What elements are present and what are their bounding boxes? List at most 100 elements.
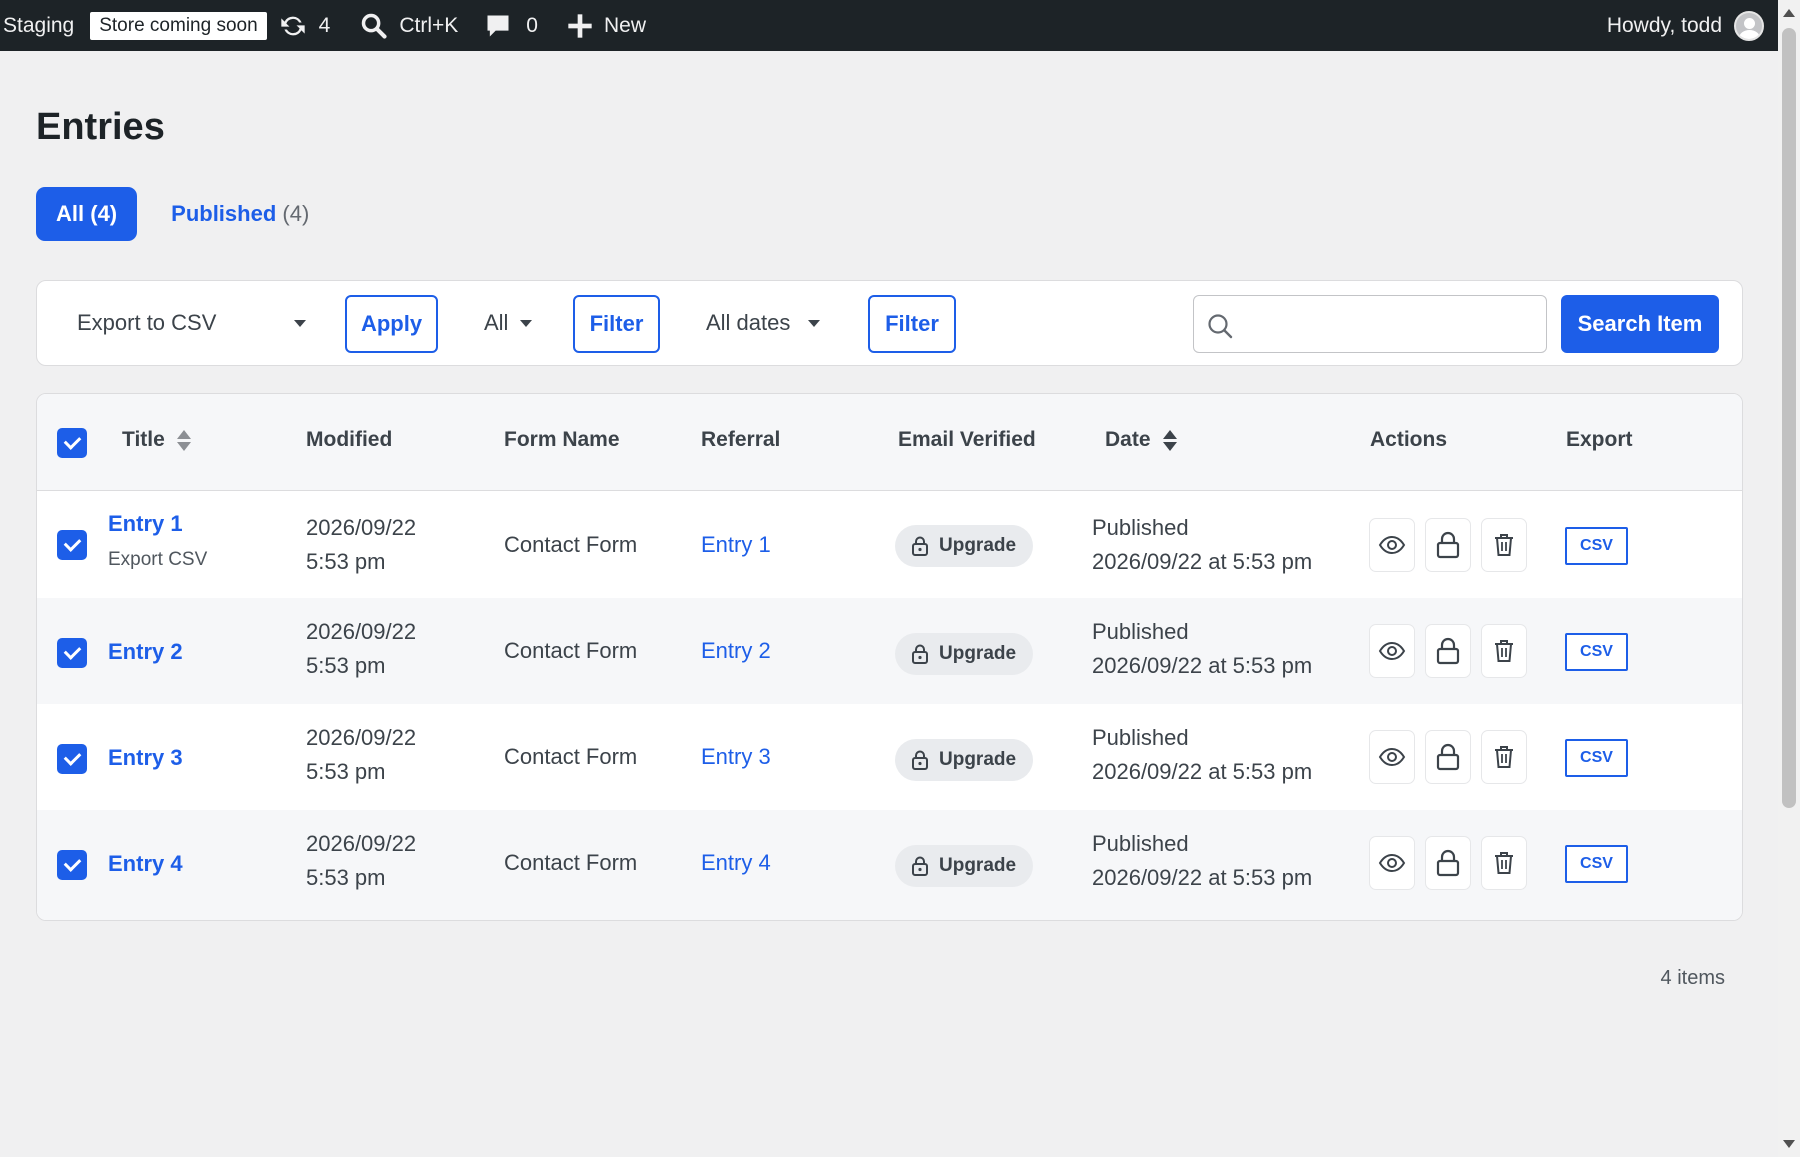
sort-icon[interactable] [176,429,191,451]
search-icon [362,13,387,39]
column-header-title[interactable]: Title [122,428,191,452]
export-csv-button[interactable]: CSV [1565,633,1628,671]
status-filter-select[interactable]: All [484,303,533,343]
upgrade-badge[interactable]: Upgrade [895,739,1034,781]
avatar [1734,10,1764,41]
row-checkbox[interactable] [57,744,87,774]
lock-button[interactable] [1425,730,1471,784]
modified-cell: 2026/09/22 5:53 pm [306,515,417,574]
lock-icon [1436,743,1460,771]
page-title: Entries [36,106,165,148]
referral-link[interactable]: Entry 4 [701,846,771,880]
lock-button[interactable] [1425,518,1471,572]
chevron-down-icon [520,319,533,327]
date-cell: Published 2026/09/22 at 5:53 pm [1092,619,1313,678]
search-box [1193,295,1547,353]
export-csv-button[interactable]: CSV [1565,527,1628,565]
date-cell: Published 2026/09/22 at 5:53 pm [1092,725,1313,784]
lock-icon [912,536,928,556]
new-content-link[interactable]: New [566,0,646,51]
command-search-link[interactable]: Ctrl+K [360,0,458,51]
trash-icon [1495,640,1513,662]
column-header-date[interactable]: Date [1105,428,1177,452]
sort-icon[interactable] [1162,429,1177,451]
table-row: Entry 1 Export CSV 2026/09/22 5:53 pm Co… [37,492,1742,598]
scroll-up-arrow-icon[interactable] [1783,9,1795,17]
admin-bar: Staging Store coming soon 4 Ctrl+K 0 New… [0,0,1778,51]
entry-title-link[interactable]: Entry 2 [108,635,183,669]
lock-icon [1436,849,1460,877]
form-name-cell: Contact Form [504,532,638,557]
delete-button[interactable] [1481,624,1527,678]
eye-icon [1378,747,1406,767]
comment-icon [487,15,509,36]
export-csv-button[interactable]: CSV [1565,845,1628,883]
lock-button[interactable] [1425,836,1471,890]
entry-title-link[interactable]: Entry 4 [108,847,183,881]
search-shortcut: Ctrl+K [399,13,459,37]
comments-link[interactable]: 0 [484,0,538,51]
column-header-export: Export [1566,428,1633,451]
delete-button[interactable] [1481,836,1527,890]
search-icon [1208,314,1233,339]
site-name-link[interactable]: Staging [3,0,74,51]
table-header: Title Modified Form Name Referral Email … [37,394,1742,491]
date-filter-button[interactable]: Filter [868,295,956,353]
referral-link[interactable]: Entry 3 [701,740,771,774]
bulk-action-select[interactable]: Export to CSV [77,303,306,343]
view-button[interactable] [1369,624,1415,678]
page-scrollbar[interactable] [1778,0,1800,1157]
store-status-badge[interactable]: Store coming soon [90,11,267,40]
lock-button[interactable] [1425,624,1471,678]
tab-all[interactable]: All (4) [36,187,138,241]
search-item-button[interactable]: Search Item [1561,295,1719,353]
tab-published[interactable]: Published (4) [171,201,309,227]
upgrade-badge[interactable]: Upgrade [895,525,1034,567]
entry-title-link[interactable]: Entry 1 [108,507,207,541]
column-header-actions: Actions [1370,428,1448,451]
referral-link[interactable]: Entry 2 [701,634,771,668]
date-cell: Published 2026/09/22 at 5:53 pm [1092,831,1313,890]
row-checkbox[interactable] [57,530,87,560]
comments-count: 0 [526,13,538,37]
search-input[interactable] [1244,296,1534,352]
new-label: New [603,13,646,37]
greeting: Howdy, todd [1606,13,1722,37]
plus-icon [568,13,592,38]
table-row: Entry 2 2026/09/22 5:53 pm Contact Form … [37,598,1742,704]
column-header-email-verified: Email Verified [898,428,1036,451]
modified-cell: 2026/09/22 5:53 pm [306,831,417,890]
row-checkbox[interactable] [57,638,87,668]
export-csv-button[interactable]: CSV [1565,739,1628,777]
delete-button[interactable] [1481,518,1527,572]
trash-icon [1495,852,1513,874]
apply-button[interactable]: Apply [345,295,438,353]
table-row: Entry 3 2026/09/22 5:53 pm Contact Form … [37,704,1742,810]
row-checkbox[interactable] [57,850,87,880]
form-name-cell: Contact Form [504,850,638,875]
lock-icon [1436,637,1460,665]
updates-count: 4 [318,13,331,37]
scroll-thumb[interactable] [1782,28,1796,808]
eye-icon [1378,853,1406,873]
upgrade-badge[interactable]: Upgrade [895,633,1034,675]
status-tabs: All (4) Published (4) [36,187,309,241]
view-button[interactable] [1369,730,1415,784]
delete-button[interactable] [1481,730,1527,784]
export-csv-row-action[interactable]: Export CSV [108,543,207,577]
account-menu[interactable]: Howdy, todd [1607,0,1764,51]
modified-cell: 2026/09/22 5:53 pm [306,725,417,784]
table-toolbar: Export to CSV Apply All Filter All dates… [36,280,1743,366]
trash-icon [1495,534,1513,556]
view-button[interactable] [1369,836,1415,890]
referral-link[interactable]: Entry 1 [701,528,771,562]
updates-link[interactable]: 4 [279,0,331,51]
select-all-checkbox[interactable] [57,428,87,458]
entries-table: Title Modified Form Name Referral Email … [36,393,1743,921]
scroll-down-arrow-icon[interactable] [1783,1140,1795,1148]
filter-button[interactable]: Filter [573,295,660,353]
view-button[interactable] [1369,518,1415,572]
date-filter-select[interactable]: All dates [706,303,821,343]
upgrade-badge[interactable]: Upgrade [895,845,1034,887]
entry-title-link[interactable]: Entry 3 [108,741,183,775]
